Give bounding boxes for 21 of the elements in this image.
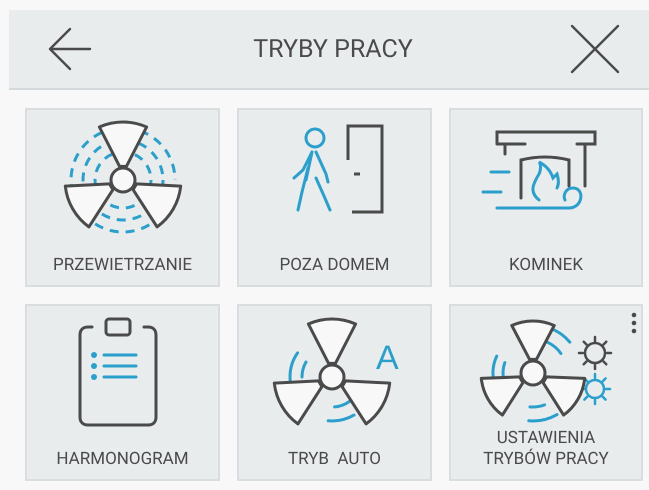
close-icon[interactable] xyxy=(570,24,620,74)
mode-tile[interactable]: KOMINEK xyxy=(449,108,643,287)
auto-letter: A xyxy=(376,339,398,378)
mode-tile[interactable]: PRZEWIETRZANIE xyxy=(25,108,220,287)
tile-label: USTAWIENIA TRYBÓW PRACY xyxy=(483,428,609,469)
more-menu-icon[interactable] xyxy=(631,312,637,334)
mode-tile[interactable]: USTAWIENIA TRYBÓW PRACY xyxy=(449,304,643,481)
mode-tile[interactable]: A TRYB AUTO xyxy=(237,304,432,481)
tile-label: HARMONOGRAM xyxy=(56,448,189,469)
fan-icon xyxy=(63,120,182,234)
fireplace-icon xyxy=(482,130,596,210)
tile-label: PRZEWIETRZANIE xyxy=(53,254,192,275)
tile-label: POZA DOMEM xyxy=(279,254,390,275)
walking-person-door-icon xyxy=(292,124,383,214)
fan-gears-icon xyxy=(480,320,612,423)
mode-tile[interactable]: POZA DOMEM xyxy=(237,108,432,287)
mode-tile[interactable]: HARMONOGRAM xyxy=(25,304,220,481)
tile-label: KOMINEK xyxy=(508,254,584,275)
clipboard-list-icon xyxy=(78,318,157,427)
tile-label: TRYB AUTO xyxy=(288,448,382,469)
screen-title: TRYBY PRACY xyxy=(253,34,413,64)
